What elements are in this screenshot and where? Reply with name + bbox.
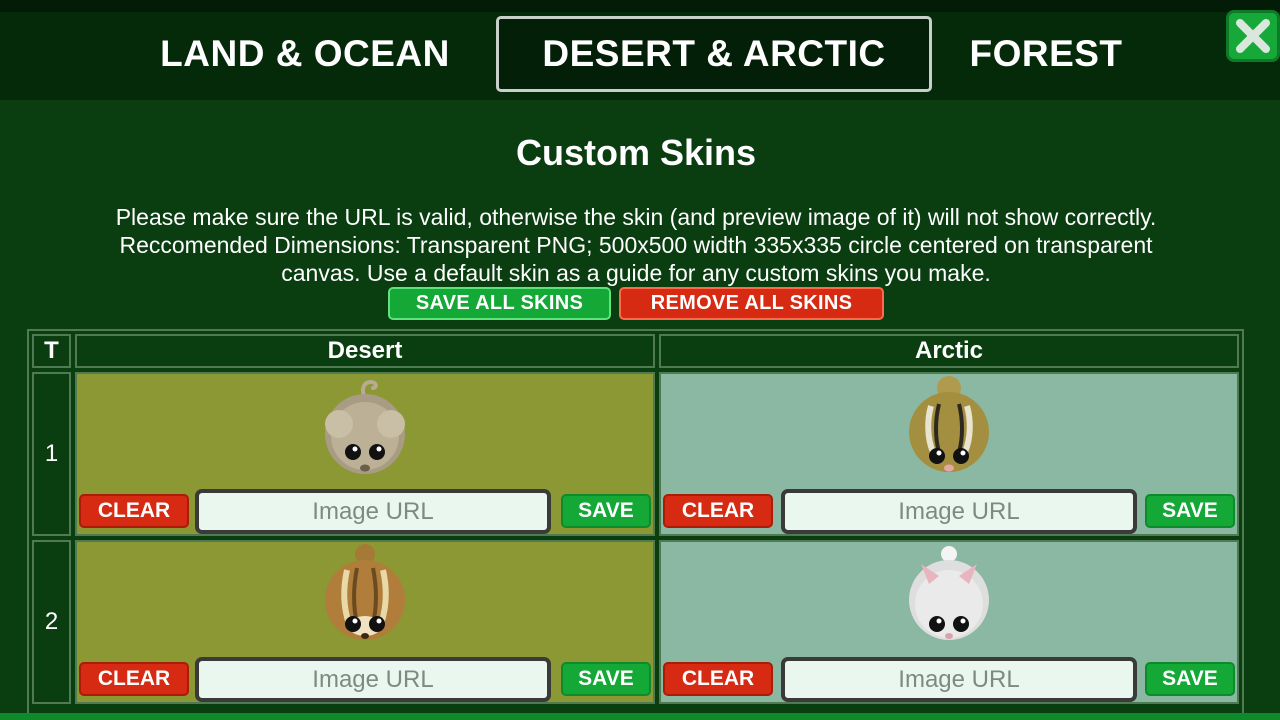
close-icon: [1236, 19, 1270, 53]
skin-cell-arctic-1: CLEAR SAVE: [659, 372, 1239, 536]
image-url-input[interactable]: [195, 657, 551, 702]
info-text: Please make sure the URL is valid, other…: [0, 203, 1272, 287]
image-url-input[interactable]: [781, 489, 1137, 534]
image-url-input[interactable]: [781, 657, 1137, 702]
clear-button[interactable]: CLEAR: [79, 662, 189, 696]
page-title: Custom Skins: [515, 132, 757, 173]
tier-header: T: [32, 334, 71, 368]
info-line: Please make sure the URL is valid, other…: [115, 204, 1157, 230]
info-line: Reccomended Dimensions: Transparent PNG;…: [119, 232, 1153, 258]
desert-mouse-icon: [325, 379, 405, 474]
column-header-desert: Desert: [75, 334, 655, 368]
skin-cell-desert-1: CLEAR SAVE: [75, 372, 655, 536]
save-button[interactable]: SAVE: [1145, 494, 1235, 528]
desert-chipmunk-icon: [325, 544, 405, 640]
image-url-input[interactable]: [195, 489, 551, 534]
tab-forest[interactable]: FOREST: [946, 16, 1146, 92]
clear-button[interactable]: CLEAR: [79, 494, 189, 528]
save-button[interactable]: SAVE: [561, 494, 651, 528]
save-button[interactable]: SAVE: [1145, 662, 1235, 696]
remove-all-skins-button[interactable]: REMOVE ALL SKINS: [619, 287, 884, 320]
top-strip: [0, 0, 1280, 12]
tab-desert-arctic[interactable]: DESERT & ARCTIC: [496, 16, 932, 92]
skin-cell-arctic-2: CLEAR SAVE: [659, 540, 1239, 704]
skins-table: T Desert Arctic 1 CLEAR SAVE: [27, 329, 1244, 720]
save-all-skins-button[interactable]: SAVE ALL SKINS: [388, 287, 611, 320]
arctic-chipmunk-icon: [909, 376, 989, 472]
save-button[interactable]: SAVE: [561, 662, 651, 696]
tier-number: 2: [32, 540, 71, 704]
info-line: canvas. Use a default skin as a guide fo…: [281, 260, 991, 286]
column-header-arctic: Arctic: [659, 334, 1239, 368]
clear-button[interactable]: CLEAR: [663, 662, 773, 696]
clear-button[interactable]: CLEAR: [663, 494, 773, 528]
bottom-divider: [0, 713, 1280, 720]
tab-bar: LAND & OCEAN DESERT & ARCTIC FOREST: [0, 0, 1280, 100]
tier-number: 1: [32, 372, 71, 536]
tab-land-ocean[interactable]: LAND & OCEAN: [130, 16, 480, 92]
skin-cell-desert-2: CLEAR SAVE: [75, 540, 655, 704]
arctic-hare-icon: [909, 546, 989, 640]
close-button[interactable]: [1226, 10, 1280, 62]
